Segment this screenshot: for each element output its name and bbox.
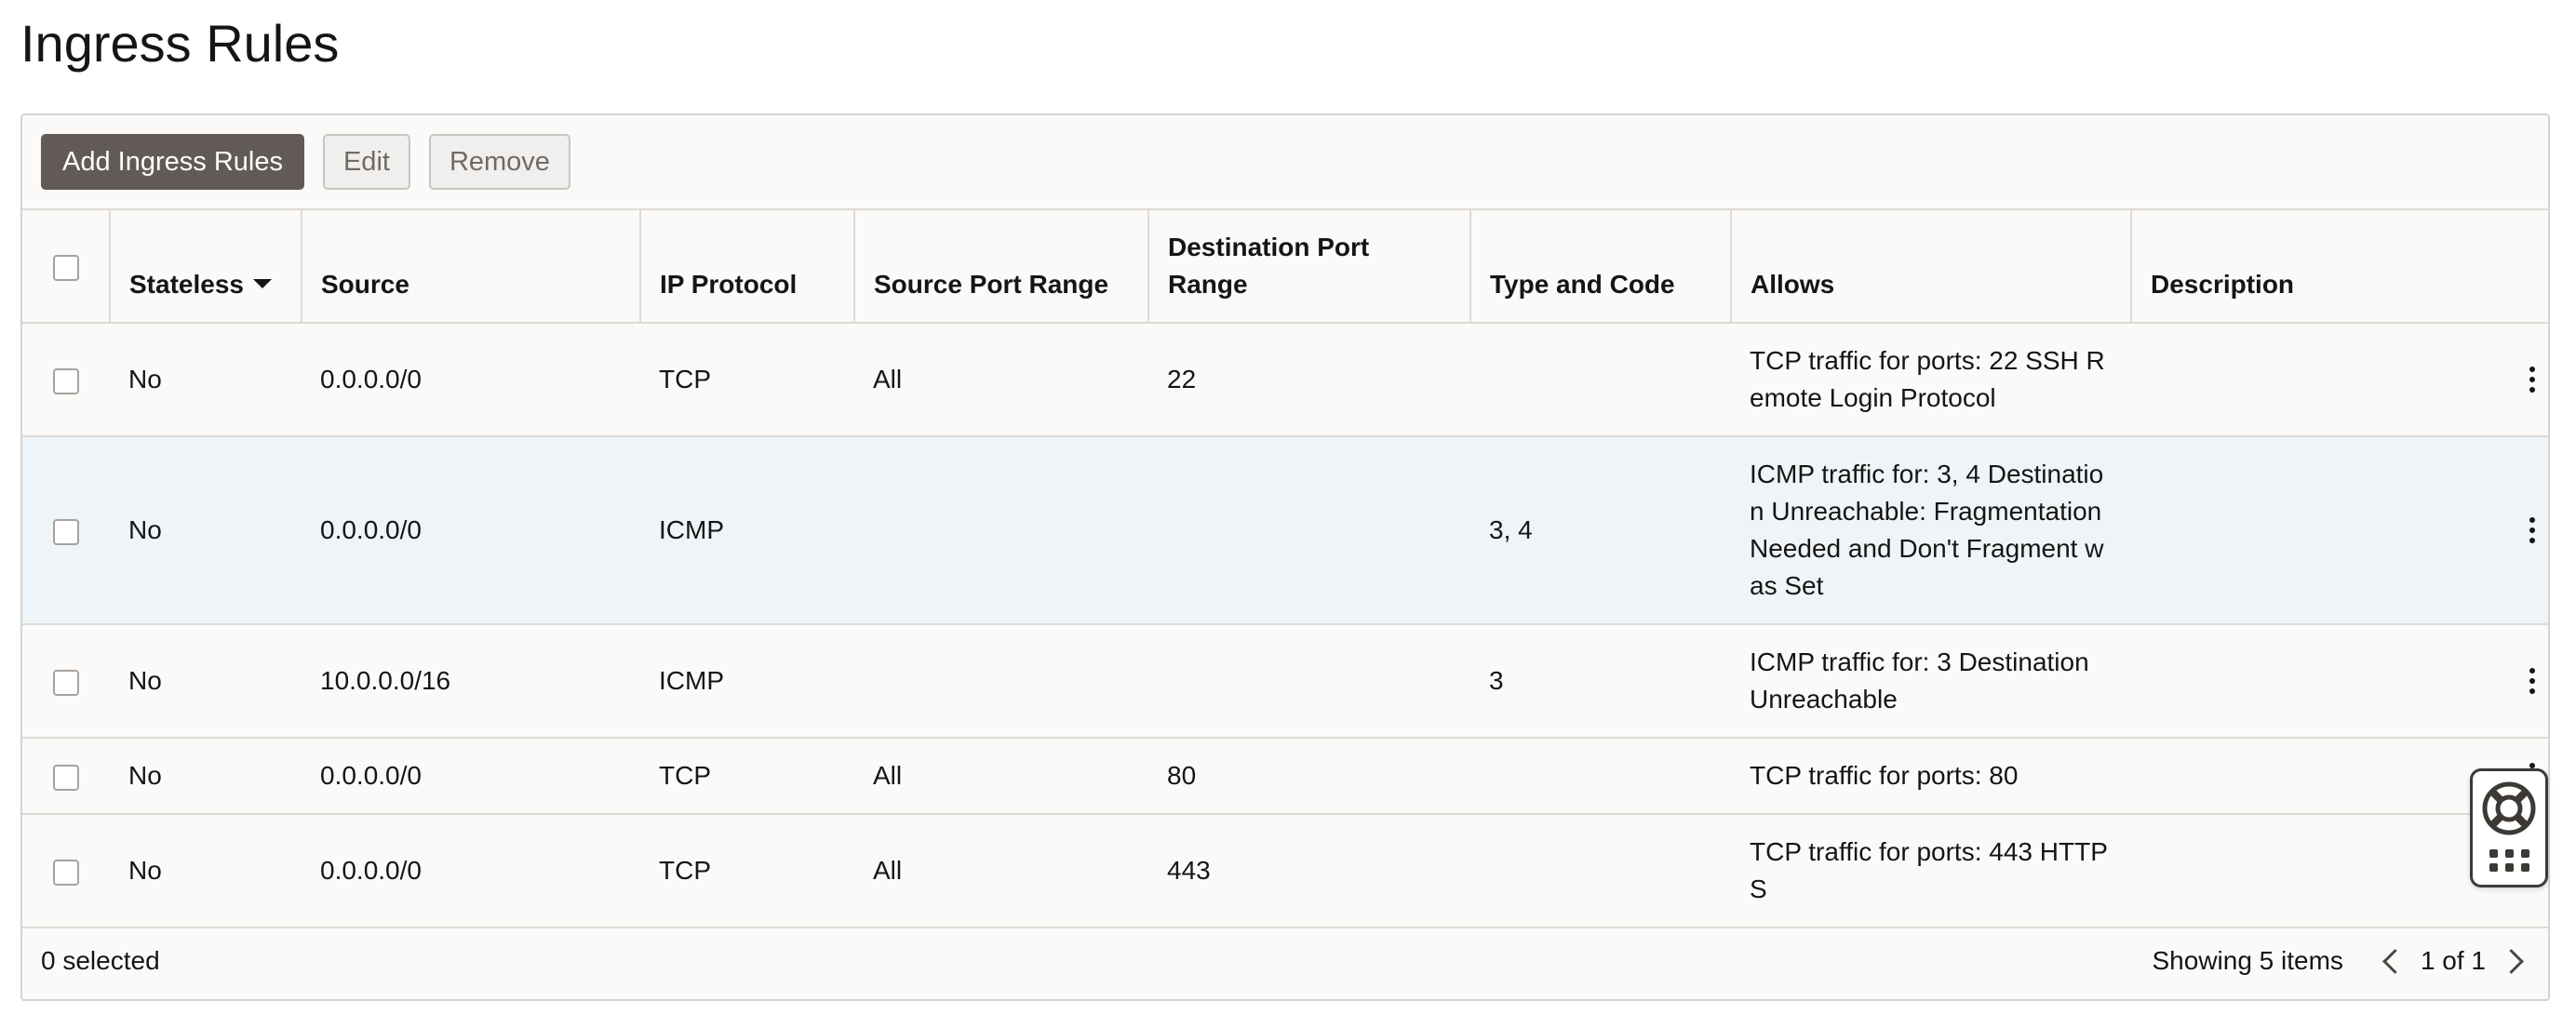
table-header-row: Stateless Source IP Protocol Source Port… [22,209,2548,324]
page-indicator: 1 of 1 [2420,946,2486,975]
cell-source: 10.0.0.0/16 [302,624,640,739]
chevron-right-icon[interactable] [2499,948,2524,974]
lifebuoy-icon[interactable] [2481,781,2537,836]
cell-type-and-code: 3 [1470,624,1731,739]
items-count: Showing 5 items [2152,946,2343,975]
cell-destination-port-range: 80 [1148,738,1470,815]
row-select-cell [22,436,110,625]
cell-destination-port-range: 22 [1148,323,1470,437]
column-header-stateless[interactable]: Stateless [110,209,302,324]
cell-allows: ICMP traffic for: 3 Destination Unreacha… [1731,624,2131,739]
cell-source-port-range [854,624,1148,739]
cell-actions [2131,436,2548,625]
column-header-ip-protocol[interactable]: IP Protocol [640,209,855,324]
column-header-type-and-code[interactable]: Type and Code [1470,209,1732,324]
kebab-menu-icon[interactable] [2528,367,2537,393]
row-checkbox[interactable] [53,367,79,394]
cell-ip-protocol: ICMP [640,436,854,625]
cell-destination-port-range [1148,436,1470,625]
cell-source: 0.0.0.0/0 [302,738,640,815]
row-select-cell [22,738,110,815]
cell-destination-port-range [1148,624,1470,739]
cell-source: 0.0.0.0/0 [302,814,640,928]
cell-actions [2131,624,2548,739]
row-select-cell [22,323,110,437]
table-footer: 0 selected Showing 5 items 1 of 1 [22,923,2548,999]
row-select-cell [22,814,110,928]
sort-descending-icon [252,278,272,288]
cell-source-port-range: All [854,738,1148,815]
cell-actions [2131,323,2548,437]
row-checkbox[interactable] [53,764,79,791]
cell-ip-protocol: TCP [640,814,854,928]
row-checkbox[interactable] [53,669,79,696]
add-ingress-rules-button[interactable]: Add Ingress Rules [41,134,304,190]
pagination: 1 of 1 [2381,946,2529,976]
cell-type-and-code: 3, 4 [1470,436,1731,625]
page-title: Ingress Rules [20,14,340,73]
help-widget[interactable] [2470,768,2548,887]
select-all-checkbox[interactable] [52,254,79,281]
cell-source-port-range [854,436,1148,625]
cell-ip-protocol: TCP [640,738,854,815]
cell-destination-port-range: 443 [1148,814,1470,928]
cell-allows: TCP traffic for ports: 443 HTTPS [1731,814,2131,928]
table-row[interactable]: No 0.0.0.0/0 TCP All 443 TCP traffic for… [22,814,2548,928]
row-select-cell [22,624,110,739]
cell-stateless: No [110,624,302,739]
cell-allows: TCP traffic for ports: 80 [1731,738,2131,815]
table-row[interactable]: No 0.0.0.0/0 TCP All 22 TCP traffic for … [22,323,2548,437]
cell-source: 0.0.0.0/0 [302,323,640,437]
ingress-rules-table: Stateless Source IP Protocol Source Port… [22,208,2548,928]
cell-stateless: No [110,323,302,437]
cell-ip-protocol: ICMP [640,624,854,739]
cell-stateless: No [110,436,302,625]
toolbar: Add Ingress Rules Edit Remove [41,134,570,190]
cell-source-port-range: All [854,323,1148,437]
column-header-description[interactable]: Description [2131,209,2548,324]
cell-source: 0.0.0.0/0 [302,436,640,625]
kebab-menu-icon[interactable] [2528,668,2537,694]
column-header-label: Stateless [129,270,244,299]
column-header-source[interactable]: Source [302,209,641,324]
table-row[interactable]: No 0.0.0.0/0 ICMP 3, 4 ICMP traffic for:… [22,436,2548,625]
row-checkbox[interactable] [53,518,79,545]
cell-stateless: No [110,814,302,928]
cell-ip-protocol: TCP [640,323,854,437]
grid-dots-icon[interactable] [2489,849,2529,872]
remove-button[interactable]: Remove [428,134,570,190]
cell-type-and-code [1470,738,1731,815]
cell-allows: ICMP traffic for: 3, 4 Destination Unrea… [1731,436,2131,625]
cell-type-and-code [1470,814,1731,928]
table-row[interactable]: No 0.0.0.0/0 TCP All 80 TCP traffic for … [22,738,2548,815]
table-row[interactable]: No 10.0.0.0/16 ICMP 3 ICMP traffic for: … [22,624,2548,739]
select-all-cell [22,209,111,324]
cell-stateless: No [110,738,302,815]
chevron-left-icon[interactable] [2382,948,2408,974]
ingress-rules-panel: Add Ingress Rules Edit Remove Stateless [20,113,2550,1001]
column-header-destination-port-range[interactable]: Destination Port Range [1148,209,1471,324]
column-header-source-port-range[interactable]: Source Port Range [854,209,1149,324]
cell-allows: TCP traffic for ports: 22 SSH Remote Log… [1731,323,2131,437]
edit-button[interactable]: Edit [322,134,410,190]
cell-type-and-code [1470,323,1731,437]
row-checkbox[interactable] [53,859,79,886]
cell-source-port-range: All [854,814,1148,928]
selected-count: 0 selected [41,946,160,975]
column-header-allows[interactable]: Allows [1731,209,2132,324]
kebab-menu-icon[interactable] [2528,517,2537,543]
